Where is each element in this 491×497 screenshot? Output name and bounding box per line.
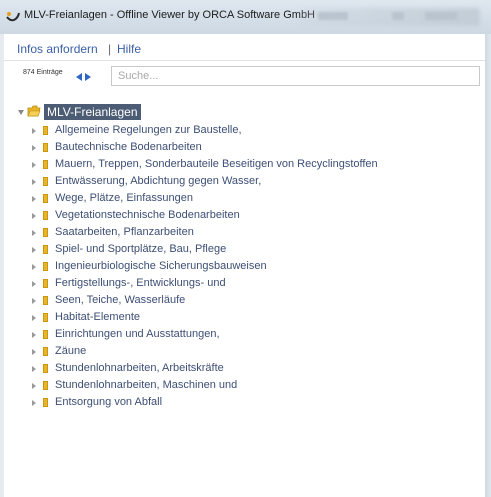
tree-node-label[interactable]: Seen, Teiche, Wasserläufe (55, 294, 185, 306)
next-arrow-icon[interactable] (85, 73, 91, 81)
collapsed-arrow-icon[interactable] (32, 230, 36, 236)
app-window: MLV-Freianlagen - Offline Viewer by ORCA… (0, 0, 491, 497)
folder-icon (43, 347, 48, 356)
open-folder-icon (27, 105, 41, 117)
folder-icon (43, 381, 48, 390)
blurred-chip (318, 12, 348, 20)
entry-count: 874 Einträge (23, 69, 63, 76)
collapsed-arrow-icon[interactable] (32, 128, 36, 134)
tree-node-label[interactable]: Spiel- und Sportplätze, Bau, Pflege (55, 243, 226, 255)
tree-node-label[interactable]: Entsorgung von Abfall (55, 396, 162, 408)
folder-icon (43, 245, 48, 254)
tree-node-label[interactable]: Ingenieurbiologische Sicherungsbauweisen (55, 260, 267, 272)
tree-node-label[interactable]: Mauern, Treppen, Sonderbauteile Beseitig… (55, 158, 378, 170)
folder-icon (43, 364, 48, 373)
menu-separator: | (108, 42, 112, 56)
tree-node-label[interactable]: Bautechnische Bodenarbeiten (55, 141, 202, 153)
folder-icon (43, 279, 48, 288)
folder-icon (43, 126, 48, 135)
collapsed-arrow-icon[interactable] (32, 298, 36, 304)
menu-infos-anfordern[interactable]: Infos anfordern (17, 42, 98, 56)
tree-node-label[interactable]: Stundenlohnarbeiten, Maschinen und (55, 379, 237, 391)
folder-icon (43, 177, 48, 186)
collapsed-arrow-icon[interactable] (32, 366, 36, 372)
folder-icon (43, 160, 48, 169)
category-tree: MLV-Freianlagen Allgemeine Regelungen zu… (4, 92, 485, 497)
folder-icon (43, 262, 48, 271)
collapsed-arrow-icon[interactable] (32, 162, 36, 168)
blurred-chip (392, 12, 404, 20)
collapsed-arrow-icon[interactable] (32, 179, 36, 185)
tree-node-label[interactable]: Saatarbeiten, Pflanzarbeiten (55, 226, 194, 238)
collapsed-arrow-icon[interactable] (32, 145, 36, 151)
folder-icon (43, 194, 48, 203)
tree-root-label[interactable]: MLV-Freianlagen (44, 104, 141, 120)
collapsed-arrow-icon[interactable] (32, 264, 36, 270)
folder-icon (43, 228, 48, 237)
title-bar[interactable]: MLV-Freianlagen - Offline Viewer by ORCA… (0, 0, 491, 35)
tree-node-label[interactable]: Zäune (55, 345, 86, 357)
blurred-chip (425, 12, 457, 20)
tree-node-label[interactable]: Stundenlohnarbeiten, Arbeitskräfte (55, 362, 224, 374)
tree-node-label[interactable]: Allgemeine Regelungen zur Baustelle, (55, 124, 242, 136)
window-title: MLV-Freianlagen - Offline Viewer by ORCA… (24, 9, 316, 21)
search-input[interactable] (111, 66, 480, 86)
menu-bar: Infos anfordern | Hilfe (4, 34, 485, 61)
tree-node-label[interactable]: Entwässerung, Abdichtung gegen Wasser, (55, 175, 261, 187)
folder-icon (43, 143, 48, 152)
folder-icon (43, 398, 48, 407)
app-logo-icon (6, 12, 20, 22)
folder-icon (43, 296, 48, 305)
collapsed-arrow-icon[interactable] (32, 247, 36, 253)
tree-node-label[interactable]: Fertigstellungs-, Entwicklungs- und (55, 277, 226, 289)
tree-node-label[interactable]: Wege, Plätze, Einfassungen (55, 192, 193, 204)
tree-node-label[interactable]: Vegetationstechnische Bodenarbeiten (55, 209, 240, 221)
previous-arrow-icon[interactable] (76, 73, 82, 81)
expand-arrow-icon[interactable] (18, 110, 24, 115)
collapsed-arrow-icon[interactable] (32, 383, 36, 389)
window-right-border (485, 34, 491, 497)
collapsed-arrow-icon[interactable] (32, 400, 36, 406)
collapsed-arrow-icon[interactable] (32, 315, 36, 321)
folder-icon (43, 313, 48, 322)
collapsed-arrow-icon[interactable] (32, 196, 36, 202)
menu-hilfe[interactable]: Hilfe (117, 42, 141, 56)
tree-node-label[interactable]: Einrichtungen und Ausstattungen, (55, 328, 220, 340)
toolbar: 874 Einträge (4, 60, 485, 92)
collapsed-arrow-icon[interactable] (32, 332, 36, 338)
folder-icon (43, 330, 48, 339)
collapsed-arrow-icon[interactable] (32, 349, 36, 355)
tree-node-label[interactable]: Habitat-Elemente (55, 311, 140, 323)
collapsed-arrow-icon[interactable] (32, 281, 36, 287)
collapsed-arrow-icon[interactable] (32, 213, 36, 219)
folder-icon (43, 211, 48, 220)
